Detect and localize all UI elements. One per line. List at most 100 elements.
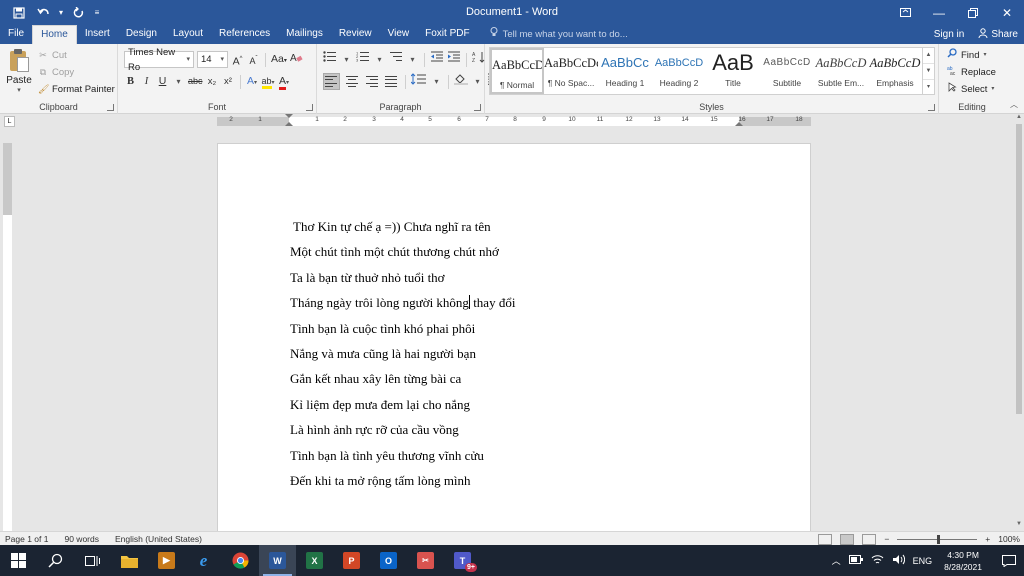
volume-icon[interactable]	[892, 554, 905, 567]
align-left-button[interactable]	[323, 73, 340, 90]
language-indicator[interactable]: English (United States)	[115, 534, 202, 544]
document-page[interactable]: Thơ Kin tự chế ạ =)) Chưa nghĩ ra tên Mộ…	[217, 143, 811, 531]
underline-dropdown-icon[interactable]: ▾	[172, 73, 185, 90]
tab-foxit-pdf[interactable]: Foxit PDF	[417, 25, 477, 44]
hanging-indent-marker[interactable]	[285, 122, 293, 126]
teams-app-icon[interactable]: T 9+	[444, 545, 481, 576]
copy-button[interactable]: ⧉ Copy	[38, 64, 115, 81]
style-subtitle[interactable]: AaBbCcD Subtitle	[760, 48, 814, 94]
tab-mailings[interactable]: Mailings	[278, 25, 331, 44]
windows-start-icon[interactable]	[0, 545, 37, 576]
redo-icon[interactable]	[68, 2, 90, 24]
shading-icon[interactable]	[454, 73, 468, 90]
tab-home[interactable]: Home	[32, 25, 77, 44]
text-line[interactable]: Ta là bạn từ thuở nhỏ tuổi thơ	[290, 265, 740, 290]
task-view-icon[interactable]	[74, 545, 111, 576]
excel-app-icon[interactable]: X	[296, 545, 333, 576]
increase-indent-icon[interactable]	[447, 51, 461, 68]
bold-button[interactable]: B	[124, 73, 137, 90]
font-color-button[interactable]: A▾	[278, 73, 291, 90]
styles-launcher-icon[interactable]	[928, 104, 935, 111]
strikethrough-button[interactable]: abc	[188, 73, 203, 90]
format-painter-button[interactable]: 🖌 Format Painter	[38, 81, 115, 98]
grow-font-button[interactable]: A^	[231, 51, 244, 68]
replace-button[interactable]: ab ac Replace	[947, 64, 996, 81]
action-center-icon[interactable]	[994, 545, 1024, 576]
font-size-combo[interactable]: 14 ▾	[197, 51, 228, 68]
bullets-dropdown-icon[interactable]: ▾	[340, 51, 353, 68]
clipboard-launcher-icon[interactable]	[107, 104, 114, 111]
chrome-icon[interactable]	[222, 545, 259, 576]
text-effects-button[interactable]: A▾	[246, 73, 259, 90]
style-heading-2[interactable]: AaBbCcD Heading 2	[652, 48, 706, 94]
share-button[interactable]: Share	[978, 28, 1018, 41]
zoom-level[interactable]: 100%	[998, 534, 1020, 544]
outlook-app-icon[interactable]: O	[370, 545, 407, 576]
search-icon[interactable]	[37, 545, 74, 576]
multilevel-dropdown-icon[interactable]: ▾	[406, 51, 419, 68]
powerpoint-app-icon[interactable]: P	[333, 545, 370, 576]
scrollbar-thumb[interactable]	[1016, 124, 1022, 414]
find-dropdown-icon[interactable]: ▾	[983, 47, 986, 64]
zoom-slider[interactable]	[897, 534, 978, 544]
text-line[interactable]: Tháng ngày trôi lòng người không thay đổ…	[290, 290, 740, 315]
minimize-icon[interactable]: —	[922, 0, 956, 25]
bullets-icon[interactable]	[323, 51, 337, 68]
tell-me-box[interactable]: Tell me what you want to do...	[490, 25, 628, 44]
read-mode-view-icon[interactable]	[818, 533, 833, 545]
paste-button[interactable]: Paste ▾	[6, 48, 32, 94]
justify-button[interactable]	[383, 73, 400, 90]
edge-browser-icon[interactable]: e	[185, 545, 222, 576]
decrease-indent-icon[interactable]	[430, 51, 444, 68]
network-icon[interactable]	[871, 554, 884, 567]
italic-button[interactable]: I	[140, 73, 153, 90]
media-player-icon[interactable]: ▶	[148, 545, 185, 576]
text-line[interactable]: Đến khi ta mở rộng tấm lòng mình	[290, 468, 740, 493]
word-count[interactable]: 90 words	[64, 534, 99, 544]
gallery-more-icon[interactable]: ▾	[923, 80, 934, 95]
cut-button[interactable]: ✂ Cut	[38, 47, 115, 64]
vertical-scrollbar[interactable]: ▲ ▼	[1014, 114, 1024, 531]
style-emphasis[interactable]: AaBbCcD Emphasis	[868, 48, 922, 94]
tab-layout[interactable]: Layout	[165, 25, 211, 44]
scroll-up-icon[interactable]: ▲	[1014, 114, 1024, 124]
font-launcher-icon[interactable]	[306, 104, 313, 111]
restore-icon[interactable]	[956, 0, 990, 25]
find-button[interactable]: Find ▾	[947, 47, 996, 64]
scroll-down-icon[interactable]: ▼	[1014, 521, 1024, 531]
tab-file[interactable]: File	[0, 25, 32, 44]
text-line[interactable]: Gắn kết nhau xây lên từng bài ca	[290, 366, 740, 391]
numbering-dropdown-icon[interactable]: ▾	[373, 51, 386, 68]
right-indent-marker[interactable]	[735, 122, 743, 126]
zoom-in-button[interactable]: +	[985, 534, 990, 544]
shading-dropdown-icon[interactable]: ▾	[471, 73, 484, 90]
multilevel-list-icon[interactable]	[389, 51, 403, 68]
underline-button[interactable]: U	[156, 73, 169, 90]
tab-design[interactable]: Design	[118, 25, 165, 44]
style-no-spacing[interactable]: AaBbCcDc ¶ No Spac...	[544, 48, 598, 94]
change-case-button[interactable]: Aa▾	[271, 51, 287, 68]
taskbar-clock[interactable]: 4:30 PM 8/28/2021	[940, 549, 986, 573]
align-center-button[interactable]	[343, 73, 360, 90]
document-body[interactable]: Thơ Kin tự chế ạ =)) Chưa nghĩ ra tên Mộ…	[290, 214, 740, 493]
text-line[interactable]: Một chút tình một chút thương chút nhớ	[290, 239, 740, 264]
sort-icon[interactable]: AZ	[472, 51, 486, 68]
input-language-indicator[interactable]: ENG	[913, 556, 933, 566]
snipping-tool-icon[interactable]: ✂	[407, 545, 444, 576]
text-line[interactable]: Tình bạn là cuộc tình khó phai phôi	[290, 316, 740, 341]
show-hidden-icons-icon[interactable]: ︿	[832, 554, 841, 567]
tab-review[interactable]: Review	[331, 25, 380, 44]
select-dropdown-icon[interactable]: ▾	[991, 81, 994, 98]
paragraph-launcher-icon[interactable]	[474, 104, 481, 111]
superscript-button[interactable]: x²	[222, 73, 235, 90]
shrink-font-button[interactable]: Aˇ	[247, 51, 260, 68]
text-line[interactable]: Nắng và mưa cũng là hai người bạn	[290, 341, 740, 366]
zoom-slider-thumb[interactable]	[937, 534, 941, 544]
style-heading-1[interactable]: AaBbCc Heading 1	[598, 48, 652, 94]
numbering-icon[interactable]: 123	[356, 51, 370, 68]
first-line-indent-marker[interactable]	[285, 114, 293, 118]
page-count[interactable]: Page 1 of 1	[5, 534, 48, 544]
web-layout-view-icon[interactable]	[862, 533, 877, 545]
gallery-up-icon[interactable]: ▲	[923, 48, 934, 64]
sign-in-link[interactable]: Sign in	[934, 29, 965, 40]
